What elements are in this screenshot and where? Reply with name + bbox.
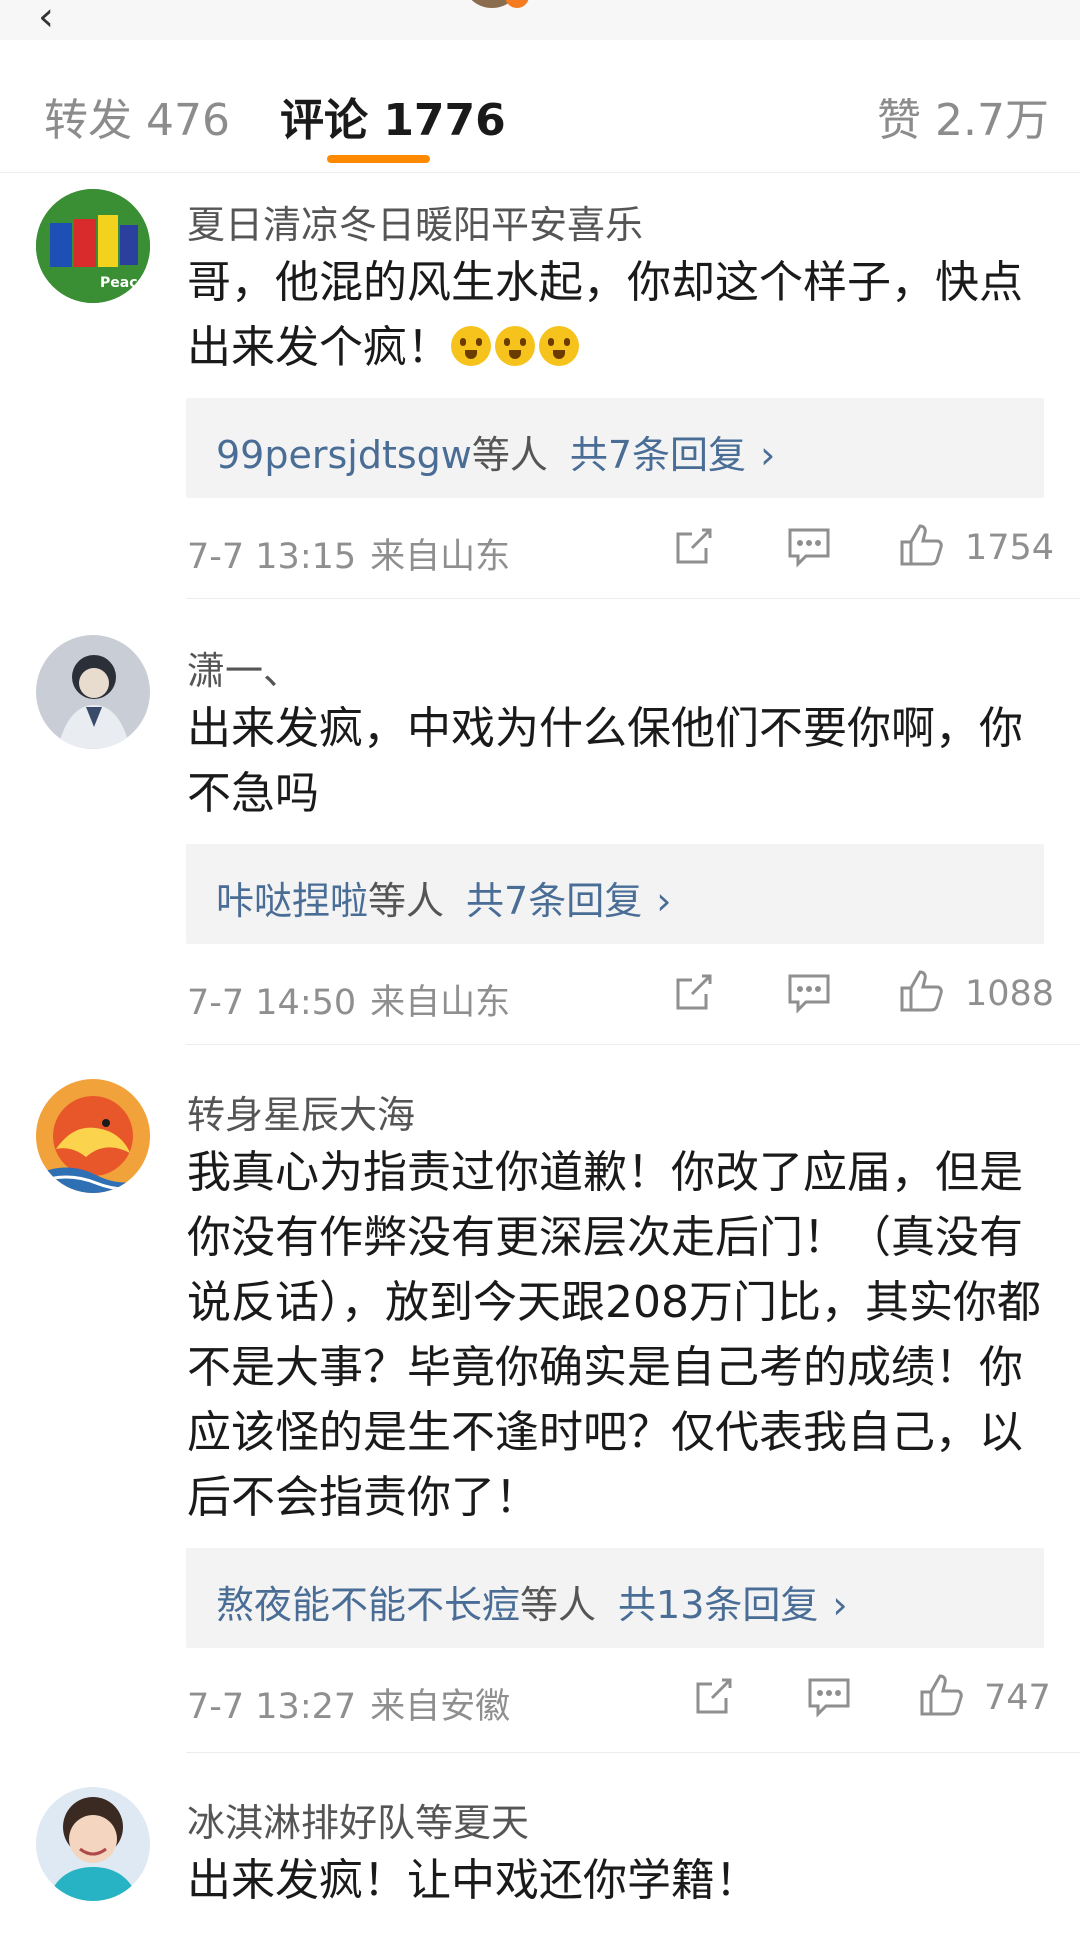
verified-badge-icon [505,0,529,8]
reply-summary[interactable]: 熬夜能不能不长痘等人 共13条回复 › [186,1548,1044,1648]
back-arrow-icon[interactable]: ‹ [38,0,54,40]
reply-summary[interactable]: 99persjdtsgw等人 共7条回复 › [186,398,1044,498]
username[interactable]: 转身星辰大海 [187,1084,415,1139]
avatar[interactable] [36,635,150,749]
reply-summary-text: 99persjdtsgw等人 共7条回复 › [216,424,775,479]
chevron-right-icon: › [832,1583,848,1627]
reply-user-link[interactable]: 咔哒捏啦 [216,879,368,923]
divider [186,598,1080,599]
avatar[interactable] [36,1787,150,1901]
scared-emoji-icon [451,326,491,366]
comment-location: 来自安徽 [370,1687,511,1727]
share-out-icon[interactable] [672,970,716,1014]
comment-bubble-icon[interactable] [806,1674,852,1718]
reply-summary[interactable]: 咔哒捏啦等人 共7条回复 › [186,844,1044,944]
like-count: 747 [984,1678,1051,1718]
reply-summary-text: 熬夜能不能不长痘等人 共13条回复 › [216,1574,848,1629]
reply-others: 等人 [471,433,548,477]
like-count: 1754 [965,528,1055,568]
username[interactable]: 潇一、 [187,640,301,695]
comment-bubble-icon[interactable] [786,970,832,1014]
top-bar: ‹ [0,0,1080,41]
scared-emoji-icon [539,326,579,366]
comment-time: 7-7 14:50 [187,983,357,1023]
comment-text: 哥，他混的风生水起，你却这个样子，快点出来发个疯！ [187,250,1047,380]
comment-meta: 7-7 14:50 来自山东 [187,974,510,1025]
thumbs-up-icon[interactable] [898,968,946,1014]
reply-others: 等人 [368,879,445,923]
username[interactable]: 冰淇淋排好队等夏天 [187,1792,529,1847]
comment-bubble-icon[interactable] [786,524,832,568]
reply-user-link[interactable]: 99persjdtsgw [216,433,472,477]
comment-time: 7-7 13:27 [187,1687,357,1727]
comment-text: 出来发疯，中戏为什么保他们不要你啊，你不急吗 [187,703,1023,819]
divider [186,1044,1080,1045]
share-out-icon[interactable] [692,1674,736,1718]
active-tab-indicator [327,155,430,163]
reply-count-link[interactable]: 共7条回复 [466,879,642,923]
like-count: 1088 [965,974,1055,1014]
avatar[interactable] [36,1079,150,1193]
comment-time: 7-7 13:15 [187,537,357,577]
divider [186,1752,1080,1753]
comment-location: 来自山东 [370,983,511,1023]
avatar[interactable]: Peace [36,189,150,303]
tab-repost[interactable]: 转发 476 [44,84,230,148]
comment-location: 来自山东 [370,537,511,577]
username[interactable]: 夏日清凉冬日暖阳平安喜乐 [187,194,643,249]
comment-text: 我真心为指责过你道歉！你改了应届，但是你没有作弊没有更深层次走后门！（真没有说反… [187,1147,1041,1523]
reply-count-link[interactable]: 共13条回复 [618,1583,818,1627]
share-out-icon[interactable] [672,524,716,568]
tab-likes[interactable]: 赞 2.7万 [877,84,1049,148]
comment-text: 出来发疯！让中戏还你学籍！ [187,1855,759,1906]
reply-count-link[interactable]: 共7条回复 [570,433,746,477]
comment-meta: 7-7 13:15 来自山东 [187,528,510,579]
tab-comments[interactable]: 评论 1776 [280,84,506,148]
comment-meta: 7-7 13:27 来自安徽 [187,1678,510,1729]
svg-text:Peace: Peace [100,275,147,291]
thumbs-up-icon[interactable] [898,522,946,568]
chevron-right-icon: › [760,433,776,477]
tab-bar: 转发 476 评论 1776 赞 2.7万 [0,40,1080,173]
reply-user-link[interactable]: 熬夜能不能不长痘 [216,1583,520,1627]
scared-emoji-icon [495,326,535,366]
reply-summary-text: 咔哒捏啦等人 共7条回复 › [216,870,671,925]
comment-body: 哥，他混的风生水起，你却这个样子，快点出来发个疯！ [187,257,1023,373]
reply-others: 等人 [520,1583,597,1627]
chevron-right-icon: › [656,879,672,923]
thumbs-up-icon[interactable] [918,1672,966,1718]
